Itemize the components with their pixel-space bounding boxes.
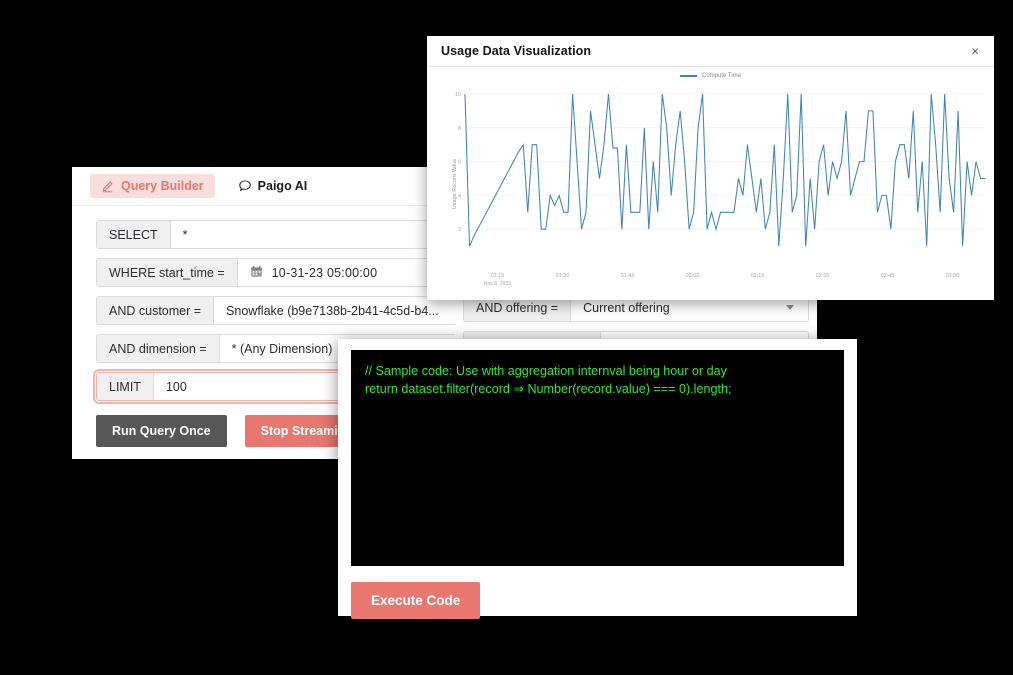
select-field-value: * <box>182 227 188 242</box>
code-editor[interactable]: // Sample code: Use with aggregation int… <box>351 350 844 566</box>
usage-data-visualization-panel: Usage Data Visualization × Compute Time … <box>427 36 994 300</box>
svg-text:02:45: 02:45 <box>881 273 895 279</box>
code-editor-content: // Sample code: Use with aggregation int… <box>365 364 732 396</box>
svg-text:6: 6 <box>458 160 461 166</box>
offering-dropdown-value: Current offering <box>583 300 670 315</box>
svg-text:8: 8 <box>458 126 461 132</box>
pencil-icon <box>101 179 115 193</box>
svg-text:01:30: 01:30 <box>556 273 570 279</box>
chat-bubble-icon <box>238 179 252 193</box>
svg-text:01:15: 01:15 <box>491 273 505 279</box>
query-row-start-time-key: WHERE start_time = <box>97 259 238 286</box>
svg-text:01:45: 01:45 <box>621 273 635 279</box>
query-row-select-key: SELECT <box>97 221 171 248</box>
svg-text:02:30: 02:30 <box>816 273 830 279</box>
page-title: Usage Data Visualization <box>441 44 592 58</box>
svg-text:02:00: 02:00 <box>686 273 700 279</box>
start-time-value: 10-31-23 05:00:00 <box>271 265 378 280</box>
tab-query-builder-label: Query Builder <box>121 179 204 193</box>
svg-text:Nov 8, 2023: Nov 8, 2023 <box>484 281 511 287</box>
svg-text:03:00: 03:00 <box>946 273 960 279</box>
chart-plot-area: 2 4 6 8 10 01:15 Nov 8, 2023 01:30 01:45 02:00 02:… <box>455 92 985 287</box>
query-row-customer-key: AND customer = <box>97 297 215 324</box>
svg-text:2: 2 <box>458 227 461 233</box>
chart-panel-header: Usage Data Visualization × <box>427 36 994 67</box>
close-icon[interactable]: × <box>967 42 983 61</box>
calendar-icon[interactable] <box>250 265 263 281</box>
dimension-dropdown-value: * (Any Dimension) <box>231 341 333 356</box>
query-row-dimension-key: AND dimension = <box>97 335 220 362</box>
tab-query-builder[interactable]: Query Builder <box>90 174 215 198</box>
chart-body: Compute Time Usage Record Value 2 4 6 8 10 01… <box>427 67 994 300</box>
tab-paigo-ai-label: Paigo AI <box>257 179 308 193</box>
query-row-limit-key: LIMIT <box>97 373 154 400</box>
svg-text:10: 10 <box>455 92 461 98</box>
execute-code-button[interactable]: Execute Code <box>351 582 481 619</box>
code-editor-panel: // Sample code: Use with aggregation int… <box>338 339 857 619</box>
screenshot-stage: Query Builder Paigo AI SELECT * WHERE st… <box>0 0 1013 675</box>
limit-input-value: 100 <box>165 379 187 394</box>
chevron-down-icon-offering[interactable] <box>786 305 794 310</box>
run-query-once-button[interactable]: Run Query Once <box>96 415 227 447</box>
tab-paigo-ai[interactable]: Paigo AI <box>227 174 319 198</box>
svg-text:02:15: 02:15 <box>751 273 765 279</box>
svg-text:4: 4 <box>458 193 461 199</box>
